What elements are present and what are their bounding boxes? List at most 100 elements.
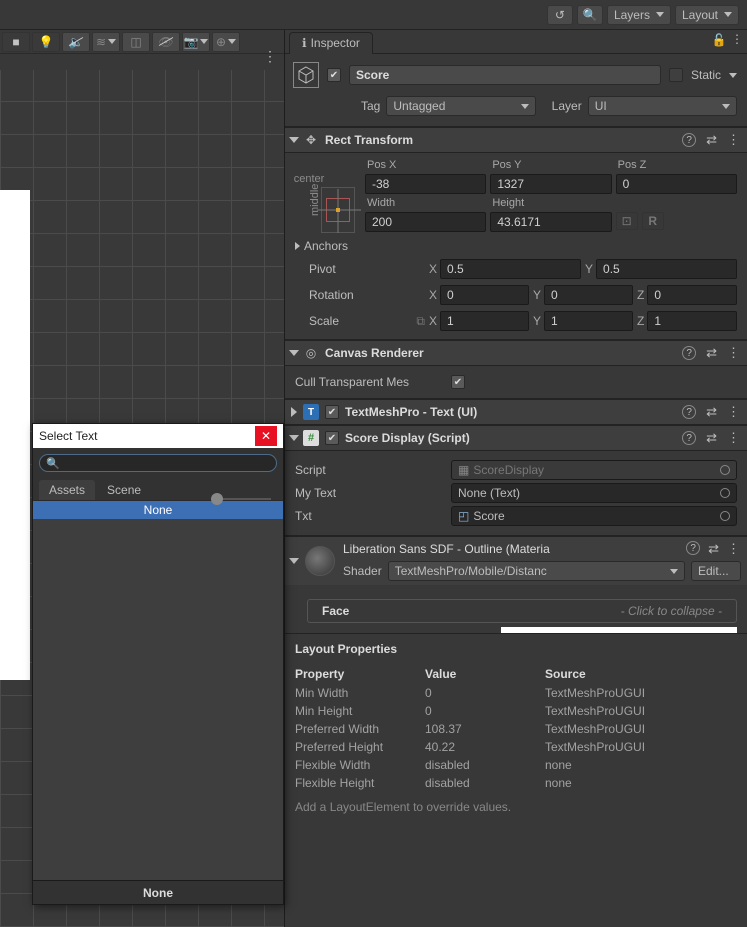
- sprite-button[interactable]: ◫: [122, 32, 150, 52]
- kebab-icon[interactable]: ⋮: [727, 345, 741, 361]
- inspector-tab-bar: ℹ Inspector 🔓 ⋮: [285, 30, 747, 54]
- anchor-preset-button[interactable]: [321, 187, 355, 233]
- gizmos-button[interactable]: ⊕: [212, 32, 240, 52]
- script-enabled-checkbox[interactable]: ✔: [325, 431, 339, 445]
- kebab-icon[interactable]: ⋮: [727, 404, 741, 420]
- gameobject-name-field[interactable]: Score: [349, 65, 661, 85]
- width-field[interactable]: 200: [365, 212, 486, 232]
- close-button[interactable]: ✕: [255, 426, 277, 446]
- lock-icon[interactable]: 🔓: [711, 32, 727, 48]
- preset-icon[interactable]: ⇄: [706, 430, 717, 446]
- mytext-field[interactable]: None (Text): [451, 483, 737, 503]
- posy-field[interactable]: 1327: [490, 174, 611, 194]
- kebab-icon[interactable]: ⋮: [731, 32, 743, 48]
- rot-y-field[interactable]: 0: [544, 285, 633, 305]
- face-section-header[interactable]: Face - Click to collapse -: [307, 599, 737, 623]
- scale-z-field[interactable]: 1: [647, 311, 737, 331]
- rotation-row: Rotation X0 Y0 Z0: [295, 285, 737, 305]
- popup-search-input[interactable]: [64, 457, 270, 469]
- canvas-renderer-header[interactable]: ◎ Canvas Renderer ? ⇄ ⋮: [285, 340, 747, 366]
- material-header[interactable]: Liberation Sans SDF - Outline (Materia ?…: [285, 536, 747, 585]
- shader-dropdown[interactable]: TextMeshPro/Mobile/Distanc: [388, 561, 685, 581]
- anchors-row[interactable]: Anchors: [295, 239, 737, 253]
- help-icon[interactable]: ?: [686, 541, 700, 555]
- rot-z-field[interactable]: 0: [647, 285, 737, 305]
- layout-dropdown[interactable]: Layout: [675, 5, 739, 25]
- lp-cell: disabled: [425, 774, 545, 792]
- face-label: Face: [322, 604, 349, 618]
- audio-button[interactable]: 🔈: [62, 32, 90, 52]
- preset-icon[interactable]: ⇄: [708, 541, 719, 557]
- lighting-button[interactable]: 💡: [32, 32, 60, 52]
- help-icon[interactable]: ?: [682, 133, 696, 147]
- popup-tabs: Assets Scene: [33, 478, 283, 500]
- pivot-x-field[interactable]: 0.5: [440, 259, 581, 279]
- visibility-button[interactable]: 👁: [152, 32, 180, 52]
- height-field[interactable]: 43.6171: [490, 212, 611, 232]
- material-title: Liberation Sans SDF - Outline (Materia: [343, 542, 550, 556]
- kebab-icon[interactable]: ⋮: [727, 430, 741, 446]
- tag-dropdown[interactable]: Untagged: [386, 96, 535, 116]
- static-checkbox[interactable]: [669, 68, 683, 82]
- posx-field[interactable]: -38: [365, 174, 486, 194]
- help-icon[interactable]: ?: [682, 346, 696, 360]
- popup-results-list[interactable]: None: [33, 500, 283, 880]
- rot-x-field[interactable]: 0: [440, 285, 529, 305]
- lp-cell: none: [545, 774, 737, 792]
- blueprint-mode-button[interactable]: ⊡: [616, 212, 638, 230]
- tab-assets[interactable]: Assets: [39, 480, 95, 500]
- preset-icon[interactable]: ⇄: [706, 404, 717, 420]
- preset-icon[interactable]: ⇄: [706, 345, 717, 361]
- txt-field[interactable]: ◰Score: [451, 506, 737, 526]
- scale-x-field[interactable]: 1: [440, 311, 529, 331]
- score-display-header[interactable]: # ✔ Score Display (Script) ? ⇄ ⋮: [285, 425, 747, 451]
- pivot-y-field[interactable]: 0.5: [596, 259, 737, 279]
- layer-dropdown[interactable]: UI: [588, 96, 737, 116]
- kebab-icon[interactable]: ⋮: [727, 541, 741, 557]
- mytext-value: None (Text): [458, 486, 520, 500]
- expand-icon: [291, 407, 297, 417]
- cull-checkbox[interactable]: ✔: [451, 375, 465, 389]
- preview-size-slider[interactable]: [153, 498, 277, 500]
- scale-y-field[interactable]: 1: [544, 311, 633, 331]
- constrain-link-icon[interactable]: ⧉: [416, 314, 425, 329]
- active-checkbox[interactable]: ✔: [327, 68, 341, 82]
- object-picker-icon[interactable]: [720, 465, 730, 475]
- tmp-text-header[interactable]: T ✔ TextMeshPro - Text (UI) ? ⇄ ⋮: [285, 399, 747, 425]
- fx-button[interactable]: ≋: [92, 32, 120, 52]
- popup-title-bar[interactable]: Select Text ✕: [33, 424, 283, 448]
- object-picker-icon[interactable]: [720, 511, 730, 521]
- script-value: ScoreDisplay: [473, 463, 544, 477]
- lp-header-source: Source: [545, 664, 737, 684]
- layers-dropdown[interactable]: Layers: [607, 5, 671, 25]
- help-icon[interactable]: ?: [682, 431, 696, 445]
- preset-icon[interactable]: ⇄: [706, 132, 717, 148]
- expand-icon: [289, 558, 299, 564]
- static-label: Static: [691, 68, 721, 82]
- posz-field[interactable]: 0: [616, 174, 737, 194]
- list-item-none[interactable]: None: [33, 501, 283, 519]
- inspector-tab[interactable]: ℹ Inspector: [289, 32, 373, 54]
- object-picker-icon[interactable]: [720, 488, 730, 498]
- search-icon[interactable]: 🔍: [577, 5, 603, 25]
- tmp-enabled-checkbox[interactable]: ✔: [325, 405, 339, 419]
- history-icon[interactable]: ↺: [547, 5, 573, 25]
- rect-transform-icon: ✥: [303, 132, 319, 148]
- kebab-icon[interactable]: ⋮: [727, 132, 741, 148]
- chevron-down-icon: [670, 569, 678, 574]
- raw-edit-button[interactable]: R: [642, 212, 664, 230]
- scene-kebab-icon[interactable]: ⋮: [263, 48, 278, 65]
- object-selector-popup: Select Text ✕ 🔍 Assets Scene None None: [32, 423, 284, 905]
- popup-search-field[interactable]: 🔍: [39, 454, 277, 472]
- help-icon[interactable]: ?: [682, 405, 696, 419]
- rect-transform-header[interactable]: ✥ Rect Transform ? ⇄ ⋮: [285, 127, 747, 153]
- tag-layer-row: Tag Untagged Layer UI: [285, 92, 747, 127]
- static-chevron-icon[interactable]: [729, 73, 737, 78]
- scale-label: Scale: [309, 314, 339, 328]
- edit-shader-button[interactable]: Edit...: [691, 561, 741, 581]
- camera-button[interactable]: 📷: [182, 32, 210, 52]
- script-icon: #: [303, 430, 319, 446]
- shaded-mode-button[interactable]: ■: [2, 32, 30, 52]
- tab-scene[interactable]: Scene: [97, 480, 151, 500]
- gameobject-icon[interactable]: [293, 62, 319, 88]
